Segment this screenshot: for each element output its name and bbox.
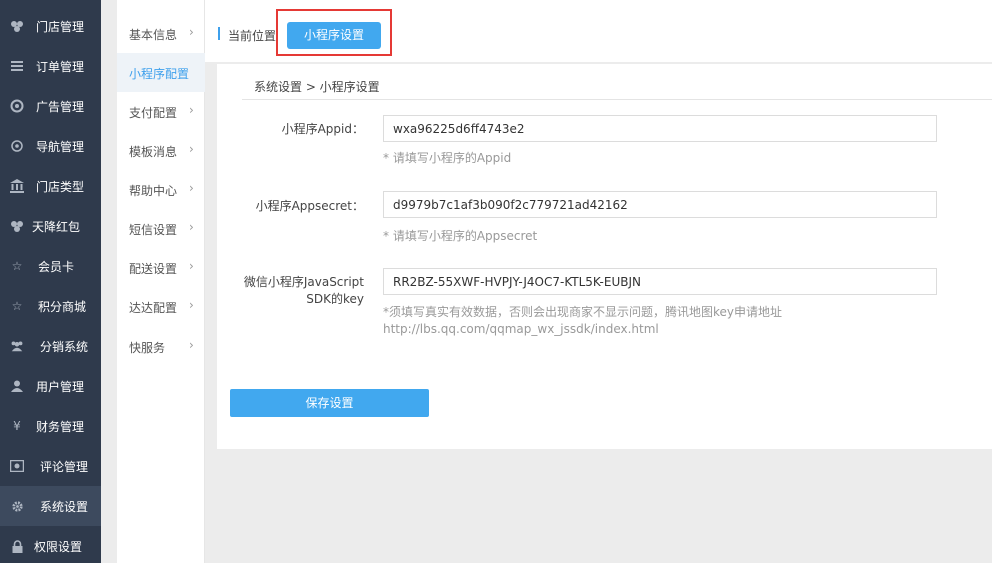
submenu-item-label: 小程序配置 [129,67,190,81]
submenu-item-dada-config[interactable]: 达达配置 › [117,287,205,326]
submenu-item-label: 短信设置 [129,223,178,237]
sidebar-item-users[interactable]: 用户管理 [0,366,101,406]
settings-panel: 系统设置 > 小程序设置 小程序Appid： * 请填写小程序的Appid 小程… [217,64,992,449]
sidebar-item-label: 分销系统 [40,340,89,354]
jssdk-key-apply-link[interactable]: http://lbs.qq.com/qqmap_wx_jssdk/index.h… [383,321,659,337]
yen-icon: ¥ [13,419,21,433]
submenu-item-delivery-settings[interactable]: 配送设置 › [117,248,205,287]
chevron-right-icon: › [189,142,194,156]
submenu-item-payment-config[interactable]: 支付配置 › [117,92,205,131]
submenu-item-help-center[interactable]: 帮助中心 › [117,170,205,209]
list-icon [10,59,24,73]
submenu-item-label: 基本信息 [129,28,178,42]
sidebar-item-label: 财务管理 [36,420,85,434]
sidebar-item-label: 用户管理 [36,380,85,394]
star-icon: ☆ [11,259,23,273]
star-icon: ☆ [11,299,23,313]
appid-input[interactable] [383,115,937,142]
sidebar-item-orders[interactable]: 订单管理 [0,46,101,86]
sidebar-item-points-mall[interactable]: ☆ 积分商城 [0,286,101,326]
main-content: 当前位置 小程序设置 系统设置 > 小程序设置 小程序Appid： * 请填写小… [205,0,992,563]
location-bar: 当前位置 小程序设置 [205,0,992,62]
settings-submenu: 基本信息 › 小程序配置 支付配置 › 模板消息 › 帮助中心 › 短信设置 ›… [117,0,205,563]
sidebar-item-label: 积分商城 [38,300,87,314]
chevron-right-icon: › [189,181,194,195]
submenu-item-label: 模板消息 [129,145,178,159]
comment-icon [10,459,24,473]
appid-label: 小程序Appid： [281,122,364,136]
users-icon [10,339,24,353]
submenu-item-quick-service[interactable]: 快服务 › [117,327,205,366]
sidebar-item-label: 会员卡 [38,260,75,274]
bank-icon [10,179,24,193]
sidebar-item-label: 系统设置 [40,500,89,514]
submenu-item-miniprogram-config[interactable]: 小程序配置 [117,53,205,92]
sidebar-item-store[interactable]: 门店管理 [0,6,101,46]
jssdk-key-hint: *须填写真实有效数据，否则会出现商家不显示问题，腾讯地图key申请地址 [383,305,783,319]
gift-icon [10,219,24,233]
appsecret-input[interactable] [383,191,937,218]
gear-icon [10,499,24,513]
lock-icon [10,539,24,553]
sidebar-item-label: 评论管理 [40,460,89,474]
save-button[interactable]: 保存设置 [230,389,429,417]
ad-icon [10,99,24,113]
sidebar-item-label: 导航管理 [36,140,85,154]
sidebar-item-member-card[interactable]: ☆ 会员卡 [0,246,101,286]
breadcrumb: 系统设置 > 小程序设置 [254,80,380,94]
chevron-right-icon: › [189,298,194,312]
compass-icon [10,139,24,153]
sidebar-item-navigation[interactable]: 导航管理 [0,126,101,166]
chevron-right-icon: › [189,220,194,234]
submenu-item-label: 配送设置 [129,262,178,276]
panel-header: 系统设置 > 小程序设置 [242,70,992,100]
submenu-item-label: 帮助中心 [129,184,178,198]
sidebar-item-finance[interactable]: ¥ 财务管理 [0,406,101,446]
submenu-item-sms-settings[interactable]: 短信设置 › [117,209,205,248]
submenu-item-label: 支付配置 [129,106,178,120]
submenu-item-label: 达达配置 [129,301,178,315]
appid-hint: * 请填写小程序的Appid [383,151,512,165]
user-icon [10,379,24,393]
location-marker [218,27,220,40]
sidebar-item-system-settings[interactable]: 系统设置 [0,486,101,526]
sidebar-item-label: 天降红包 [32,220,81,234]
sidebar-item-label: 门店管理 [36,20,85,34]
store-icon [10,19,24,33]
sidebar-item-store-type[interactable]: 门店类型 [0,166,101,206]
chevron-right-icon: › [189,259,194,273]
current-page-button[interactable]: 小程序设置 [287,22,381,49]
jssdk-key-label-line2: SDK的key [306,292,364,306]
jssdk-key-input[interactable] [383,268,937,295]
sidebar-item-label: 权限设置 [34,540,83,554]
sidebar-item-label: 门店类型 [36,180,85,194]
chevron-right-icon: › [189,103,194,117]
main-sidebar: 门店管理 订单管理 广告管理 导航管理 门店类型 天降红包 ☆ 会员卡 ☆ 积分… [0,0,101,563]
submenu-item-basic-info[interactable]: 基本信息 › [117,14,205,53]
chevron-right-icon: › [189,338,194,352]
submenu-item-label: 快服务 [129,341,166,355]
sidebar-item-comments[interactable]: 评论管理 [0,446,101,486]
location-label: 当前位置 [228,29,277,43]
sidebar-item-distribution[interactable]: 分销系统 [0,326,101,366]
submenu-item-template-message[interactable]: 模板消息 › [117,131,205,170]
jssdk-key-label-line1: 微信小程序JavaScript [243,275,364,289]
sidebar-item-label: 订单管理 [36,60,85,74]
sidebar-item-label: 广告管理 [36,100,85,114]
sidebar-item-red-packet[interactable]: 天降红包 [0,206,101,246]
chevron-right-icon: › [189,25,194,39]
appsecret-label: 小程序Appsecret： [255,199,364,213]
sidebar-item-ads[interactable]: 广告管理 [0,86,101,126]
appsecret-hint: * 请填写小程序的Appsecret [383,229,538,243]
sidebar-item-permissions[interactable]: 权限设置 [0,526,101,563]
